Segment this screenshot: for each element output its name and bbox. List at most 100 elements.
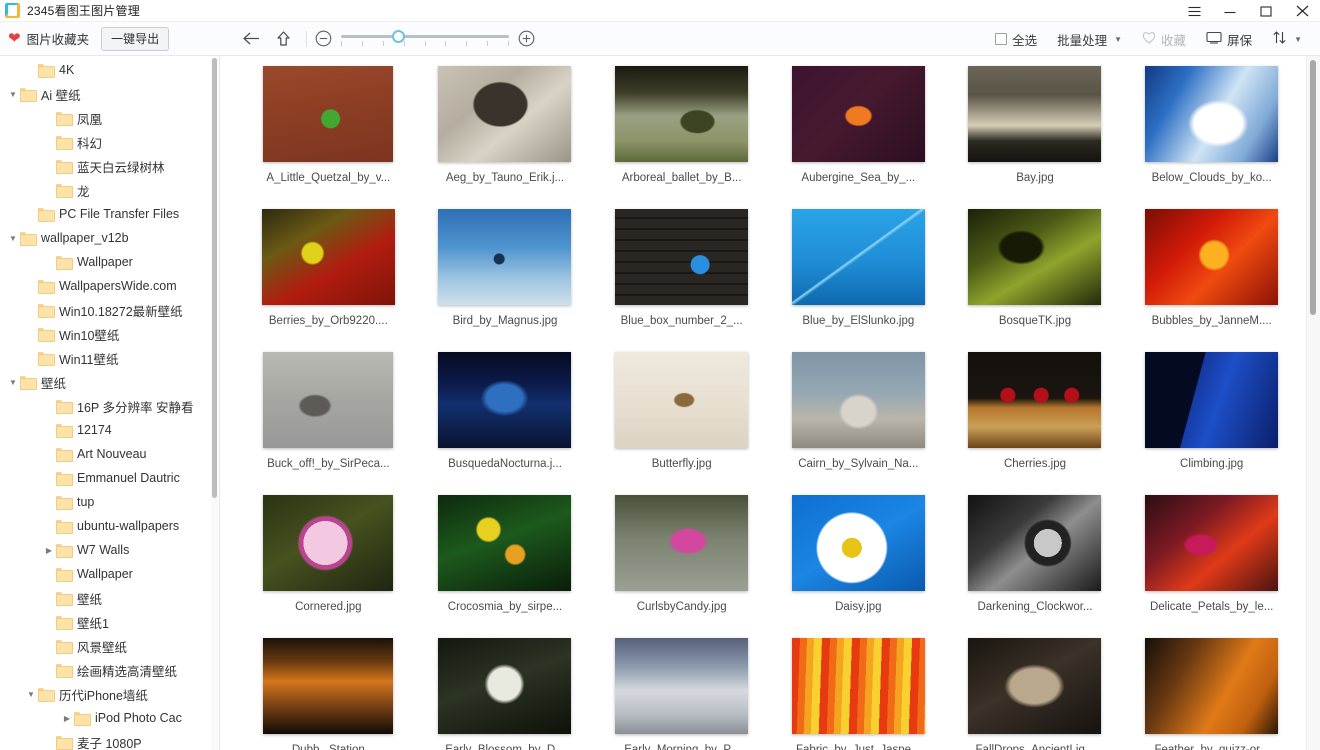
thumbnail-item[interactable]: Berries_by_Orb9220.... — [240, 207, 417, 350]
tree-item[interactable]: Emmanuel Dautric — [0, 466, 219, 490]
thumbnail-item[interactable]: Feather_by_quizz-or... — [1123, 636, 1300, 750]
thumbnail-image[interactable] — [1145, 495, 1279, 591]
thumbnail-image[interactable] — [615, 495, 749, 591]
tree-item[interactable]: 绘画精选高清壁纸 — [0, 658, 219, 682]
tree-item[interactable]: 壁纸 — [0, 586, 219, 610]
tree-item[interactable]: ▶ iPod Photo Cac — [0, 706, 219, 730]
thumbnail-item[interactable]: Butterfly.jpg — [593, 350, 770, 493]
thumbnail-image[interactable] — [1145, 638, 1279, 734]
tree-item[interactable]: WallpapersWide.com — [0, 274, 219, 298]
thumbnail-image[interactable] — [1145, 209, 1279, 305]
thumbnail-image[interactable] — [968, 209, 1102, 305]
thumbnail-item[interactable]: Daisy.jpg — [770, 493, 947, 636]
thumbnail-image[interactable] — [791, 638, 925, 734]
thumbnail-item[interactable]: Arboreal_ballet_by_B... — [593, 64, 770, 207]
thumbnail-image[interactable] — [438, 638, 572, 734]
thumbnail-item[interactable]: Climbing.jpg — [1123, 350, 1300, 493]
favorite-button[interactable]: 收藏 — [1132, 26, 1196, 53]
thumbnail-image[interactable] — [615, 352, 749, 448]
tree-item[interactable]: 麦子 1080P — [0, 730, 219, 750]
minimize-button[interactable] — [1212, 0, 1248, 22]
maximize-button[interactable] — [1248, 0, 1284, 22]
tree-item[interactable]: 壁纸1 — [0, 610, 219, 634]
thumbnail-image[interactable] — [263, 66, 394, 162]
tree-item[interactable]: Wallpaper — [0, 562, 219, 586]
thumbnail-image[interactable] — [438, 209, 572, 305]
sort-button[interactable]: ▼ — [1262, 26, 1312, 52]
thumbnail-item[interactable]: Early_Blossom_by_D... — [417, 636, 594, 750]
thumbnail-image[interactable] — [1145, 352, 1279, 448]
thumbnail-item[interactable]: Below_Clouds_by_ko... — [1123, 64, 1300, 207]
tree-item[interactable]: ubuntu-wallpapers — [0, 514, 219, 538]
sidebar-scrollbar-thumb[interactable] — [212, 58, 217, 498]
thumbnail-item[interactable]: Early_Morning_by_P... — [593, 636, 770, 750]
content-scrollbar[interactable] — [1306, 56, 1320, 750]
zoom-slider[interactable] — [341, 28, 509, 50]
thumbnail-item[interactable]: Aubergine_Sea_by_... — [770, 64, 947, 207]
thumbnail-image[interactable] — [791, 495, 925, 591]
tree-item[interactable]: 12174 — [0, 418, 219, 442]
thumbnail-item[interactable]: Aeg_by_Tauno_Erik.j... — [417, 64, 594, 207]
chevron-down-icon[interactable]: ▼ — [6, 226, 20, 250]
thumbnail-item[interactable]: Cairn_by_Sylvain_Na... — [770, 350, 947, 493]
tree-item[interactable]: ▼ 历代iPhone墙纸 — [0, 682, 219, 706]
thumbnail-item[interactable]: Blue_box_number_2_... — [593, 207, 770, 350]
thumbnail-item[interactable]: BosqueTK.jpg — [947, 207, 1124, 350]
thumbnail-item[interactable]: Bubbles_by_JanneM.... — [1123, 207, 1300, 350]
tree-item[interactable]: Art Nouveau — [0, 442, 219, 466]
chevron-right-icon[interactable]: ▶ — [42, 538, 56, 562]
tree-item[interactable]: tup — [0, 490, 219, 514]
screensaver-button[interactable]: 屏保 — [1196, 26, 1262, 53]
close-button[interactable] — [1284, 0, 1320, 22]
chevron-right-icon[interactable]: ▶ — [60, 706, 74, 730]
back-button[interactable] — [236, 26, 266, 52]
thumbnail-image[interactable] — [791, 352, 925, 448]
thumbnail-item[interactable]: Delicate_Petals_by_le... — [1123, 493, 1300, 636]
thumbnail-image[interactable] — [968, 66, 1102, 162]
chevron-down-icon[interactable]: ▼ — [6, 370, 20, 394]
thumbnail-image[interactable] — [438, 352, 572, 448]
tree-item[interactable]: ▼ Ai 壁纸 — [0, 82, 219, 106]
tree-item[interactable]: Win10壁纸 — [0, 322, 219, 346]
thumbnail-item[interactable]: Bay.jpg — [947, 64, 1124, 207]
thumbnail-image[interactable] — [968, 495, 1102, 591]
thumbnail-item[interactable]: CurlsbyCandy.jpg — [593, 493, 770, 636]
tree-item[interactable]: 龙 — [0, 178, 219, 202]
chevron-down-icon[interactable]: ▼ — [24, 682, 38, 706]
up-button[interactable] — [268, 26, 298, 52]
tree-item[interactable]: Win10.18272最新壁纸 — [0, 298, 219, 322]
tree-item[interactable]: 凤凰 — [0, 106, 219, 130]
thumbnail-image[interactable] — [968, 352, 1102, 448]
thumbnail-image[interactable] — [438, 495, 572, 591]
thumbnail-image[interactable] — [615, 66, 749, 162]
tree-item[interactable]: Win11壁纸 — [0, 346, 219, 370]
tree-item[interactable]: 16P 多分辨率 安静看 — [0, 394, 219, 418]
tree-item[interactable]: Wallpaper — [0, 250, 219, 274]
tree-item[interactable]: ▼ wallpaper_v12b — [0, 226, 219, 250]
thumbnail-image[interactable] — [615, 209, 749, 305]
thumbnail-item[interactable]: Buck_off!_by_SirPeca... — [240, 350, 417, 493]
plus-circle-icon[interactable] — [518, 30, 535, 47]
batch-process-button[interactable]: 批量处理 ▼ — [1047, 26, 1132, 53]
thumbnail-image[interactable] — [615, 638, 749, 734]
thumbnail-item[interactable]: Darkening_Clockwor... — [947, 493, 1124, 636]
select-all-button[interactable]: 全选 — [985, 26, 1047, 53]
sidebar-scrollbar[interactable] — [211, 56, 218, 750]
thumbnail-image[interactable] — [263, 638, 394, 734]
thumbnail-image[interactable] — [1145, 66, 1279, 162]
thumbnail-item[interactable]: BusquedaNocturna.j... — [417, 350, 594, 493]
thumbnail-item[interactable]: Crocosmia_by_sirpe... — [417, 493, 594, 636]
menu-button[interactable] — [1176, 0, 1212, 22]
thumbnail-item[interactable]: Cornered.jpg — [240, 493, 417, 636]
thumbnail-image[interactable] — [438, 66, 572, 162]
thumbnail-item[interactable]: FallDrops_AncientLig... — [947, 636, 1124, 750]
minus-circle-icon[interactable] — [315, 30, 332, 47]
thumbnail-image[interactable] — [263, 352, 394, 448]
thumbnail-item[interactable]: Fabric_by_Just_Jaspe... — [770, 636, 947, 750]
tree-item[interactable]: 蓝天白云绿树林 — [0, 154, 219, 178]
thumbnail-item[interactable]: Cherries.jpg — [947, 350, 1124, 493]
zoom-slider-thumb[interactable] — [392, 29, 405, 43]
content-scrollbar-thumb[interactable] — [1310, 60, 1316, 315]
thumbnail-item[interactable]: Dubb...Station — [240, 636, 417, 750]
thumbnail-item[interactable]: Bird_by_Magnus.jpg — [417, 207, 594, 350]
